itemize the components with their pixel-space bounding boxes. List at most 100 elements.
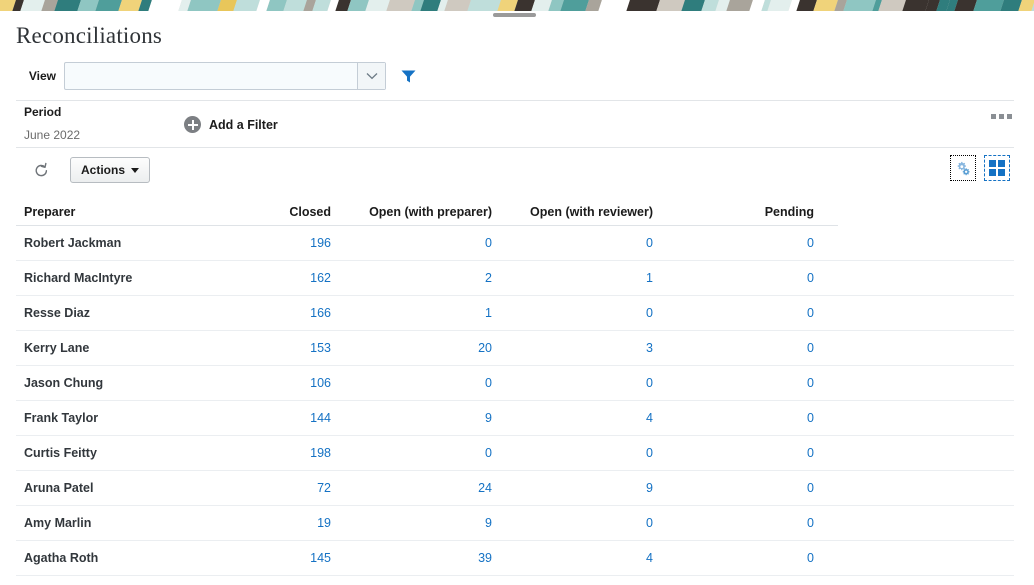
cell-preparer-name: Amy Marlin	[16, 516, 176, 530]
actions-button[interactable]: Actions	[70, 157, 150, 183]
column-header-open_preparer[interactable]: Open (with preparer)	[341, 205, 502, 219]
cell-open_reviewer-link[interactable]: 3	[502, 341, 663, 355]
cell-closed-link[interactable]: 19	[176, 516, 341, 530]
table-row[interactable]: Richard MacIntyre162210	[16, 261, 1014, 296]
view-select-value	[65, 63, 357, 89]
cell-open_preparer-link[interactable]: 9	[341, 411, 502, 425]
cell-open_preparer-link[interactable]: 0	[341, 376, 502, 390]
grid-cell	[989, 169, 996, 176]
filter-chip-period[interactable]: Period June 2022	[24, 105, 80, 142]
cell-open_preparer-link[interactable]: 39	[341, 551, 502, 565]
cell-open_preparer-link[interactable]: 0	[341, 236, 502, 250]
cell-closed-link[interactable]: 72	[176, 481, 341, 495]
cell-open_reviewer-link[interactable]: 0	[502, 306, 663, 320]
cell-open_preparer-link[interactable]: 20	[341, 341, 502, 355]
cell-closed-link[interactable]: 162	[176, 271, 341, 285]
cell-preparer-name: Agatha Roth	[16, 551, 176, 565]
cell-open_preparer-link[interactable]: 1	[341, 306, 502, 320]
cell-open_reviewer-link[interactable]: 0	[502, 236, 663, 250]
cell-open_reviewer-link[interactable]: 0	[502, 446, 663, 460]
cell-pending-link[interactable]: 0	[663, 376, 824, 390]
cell-open_preparer-link[interactable]: 2	[341, 271, 502, 285]
cell-closed-link[interactable]: 166	[176, 306, 341, 320]
table-row[interactable]: Jason Chung106000	[16, 366, 1014, 401]
add-filter-button[interactable]: Add a Filter	[184, 116, 278, 133]
table-header-row: PreparerClosedOpen (with preparer)Open (…	[16, 198, 1014, 226]
cell-pending-link[interactable]: 0	[663, 306, 824, 320]
cell-preparer-name: Jason Chung	[16, 376, 176, 390]
cell-pending-link[interactable]: 0	[663, 481, 824, 495]
table-row[interactable]: Curtis Feitty198000	[16, 436, 1014, 471]
view-selector-row: View	[0, 60, 1034, 92]
cell-pending-link[interactable]: 0	[663, 271, 824, 285]
cell-closed-link[interactable]: 144	[176, 411, 341, 425]
cell-closed-link[interactable]: 196	[176, 236, 341, 250]
table-header: PreparerClosedOpen (with preparer)Open (…	[16, 198, 1014, 226]
refresh-icon[interactable]	[30, 159, 52, 181]
plus-circle-icon	[184, 116, 201, 133]
cell-preparer-name: Resse Diaz	[16, 306, 176, 320]
cell-closed-link[interactable]: 106	[176, 376, 341, 390]
cell-open_reviewer-link[interactable]: 4	[502, 551, 663, 565]
cell-preparer-name: Robert Jackman	[16, 236, 176, 250]
table-row[interactable]: Amy Marlin19900	[16, 506, 1014, 541]
caret-down-icon	[131, 168, 139, 173]
cell-closed-link[interactable]: 153	[176, 341, 341, 355]
cell-open_reviewer-link[interactable]: 4	[502, 411, 663, 425]
column-header-preparer[interactable]: Preparer	[16, 205, 176, 219]
cell-closed-link[interactable]: 145	[176, 551, 341, 565]
toolbar-view-icons	[950, 155, 1010, 181]
cell-pending-link[interactable]: 0	[663, 341, 824, 355]
overflow-dot	[999, 114, 1004, 119]
period-label: Period	[24, 105, 80, 119]
gears-icon[interactable]	[950, 155, 976, 181]
table-body: Robert Jackman196000Richard MacIntyre162…	[16, 226, 1014, 576]
overflow-dot	[1007, 114, 1012, 119]
decorative-banner	[0, 0, 1034, 11]
period-value: June 2022	[24, 128, 80, 142]
cell-pending-link[interactable]: 0	[663, 446, 824, 460]
cell-open_reviewer-link[interactable]: 0	[502, 376, 663, 390]
cell-pending-link[interactable]: 0	[663, 236, 824, 250]
cell-open_preparer-link[interactable]: 9	[341, 516, 502, 530]
view-select[interactable]	[64, 62, 386, 90]
table-row[interactable]: Agatha Roth1453940	[16, 541, 1014, 576]
filter-bar: Period June 2022 Add a Filter	[16, 100, 1014, 148]
cell-preparer-name: Richard MacIntyre	[16, 271, 176, 285]
actions-label: Actions	[81, 163, 125, 177]
table-row[interactable]: Resse Diaz166100	[16, 296, 1014, 331]
cell-open_preparer-link[interactable]: 0	[341, 446, 502, 460]
cell-preparer-name: Frank Taylor	[16, 411, 176, 425]
cell-open_reviewer-link[interactable]: 0	[502, 516, 663, 530]
page-title: Reconciliations	[16, 23, 162, 49]
column-header-open_reviewer[interactable]: Open (with reviewer)	[502, 205, 663, 219]
reconciliations-table: PreparerClosedOpen (with preparer)Open (…	[16, 198, 1014, 576]
cell-closed-link[interactable]: 198	[176, 446, 341, 460]
table-row[interactable]: Kerry Lane1532030	[16, 331, 1014, 366]
grid-cell	[998, 169, 1005, 176]
cell-pending-link[interactable]: 0	[663, 411, 824, 425]
cell-open_preparer-link[interactable]: 24	[341, 481, 502, 495]
overflow-dot	[991, 114, 996, 119]
column-header-pending[interactable]: Pending	[663, 205, 824, 219]
table-toolbar: Actions	[16, 155, 1014, 189]
panel-drag-handle[interactable]	[493, 13, 536, 17]
table-row[interactable]: Robert Jackman196000	[16, 226, 1014, 261]
grid-view-icon[interactable]	[984, 155, 1010, 181]
funnel-filter-icon[interactable]	[400, 68, 417, 85]
cell-pending-link[interactable]: 0	[663, 516, 824, 530]
cell-preparer-name: Aruna Patel	[16, 481, 176, 495]
overflow-menu-icon[interactable]	[991, 114, 1012, 119]
chevron-down-icon[interactable]	[357, 63, 385, 89]
table-row[interactable]: Aruna Patel722490	[16, 471, 1014, 506]
grid-cell	[998, 160, 1005, 167]
cell-open_reviewer-link[interactable]: 9	[502, 481, 663, 495]
grid-cell	[989, 160, 996, 167]
column-header-closed[interactable]: Closed	[176, 205, 341, 219]
table-row[interactable]: Frank Taylor144940	[16, 401, 1014, 436]
cell-preparer-name: Kerry Lane	[16, 341, 176, 355]
cell-pending-link[interactable]: 0	[663, 551, 824, 565]
cell-preparer-name: Curtis Feitty	[16, 446, 176, 460]
add-filter-label: Add a Filter	[209, 118, 278, 132]
cell-open_reviewer-link[interactable]: 1	[502, 271, 663, 285]
